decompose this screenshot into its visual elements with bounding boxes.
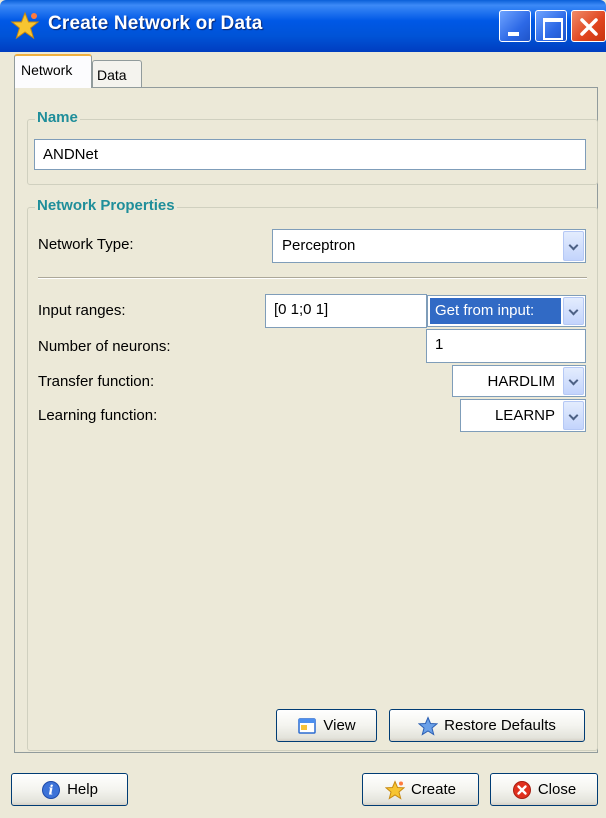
transfer-function-label: Transfer function: xyxy=(38,373,155,390)
input-ranges-label: Input ranges: xyxy=(38,302,126,319)
input-ranges-input[interactable]: [0 1;0 1] xyxy=(265,294,427,328)
help-button-label: Help xyxy=(67,781,98,798)
title-bar[interactable]: Create Network or Data xyxy=(0,0,606,52)
input-source-value: Get from input: xyxy=(430,298,561,324)
properties-group-legend: Network Properties xyxy=(35,197,177,214)
name-group-legend: Name xyxy=(35,109,80,126)
close-button-label: Close xyxy=(537,781,577,798)
chevron-down-icon[interactable] xyxy=(563,297,584,325)
close-icon xyxy=(580,18,598,36)
separator xyxy=(38,277,587,279)
network-type-label: Network Type: xyxy=(38,236,134,253)
chevron-down-icon[interactable] xyxy=(563,401,584,430)
neurons-input[interactable]: 1 xyxy=(426,329,586,363)
view-button[interactable]: View xyxy=(276,709,377,742)
network-properties-group: Network Properties xyxy=(27,197,598,751)
close-button[interactable]: Close xyxy=(490,773,598,806)
chevron-down-icon[interactable] xyxy=(563,231,584,261)
restore-defaults-button[interactable]: Restore Defaults xyxy=(389,709,585,742)
star-sparkle-icon xyxy=(10,11,40,40)
window-icon xyxy=(298,717,317,734)
network-type-value: Perceptron xyxy=(282,237,356,254)
restore-defaults-label: Restore Defaults xyxy=(444,717,556,734)
network-name-input[interactable]: ANDNet xyxy=(34,139,586,170)
svg-text:i: i xyxy=(49,783,54,798)
transfer-function-select[interactable]: HARDLIM xyxy=(452,365,586,397)
learning-function-value: LEARNP xyxy=(494,407,555,424)
window-title: Create Network or Data xyxy=(48,13,263,34)
create-button-label: Create xyxy=(410,781,457,798)
help-button[interactable]: i Help xyxy=(11,773,128,806)
view-button-label: View xyxy=(323,717,356,734)
chevron-down-icon[interactable] xyxy=(563,367,584,395)
help-icon: i xyxy=(42,780,61,799)
tab-data[interactable]: Data xyxy=(92,60,142,88)
star-sparkle-icon xyxy=(384,779,405,800)
neurons-label: Number of neurons: xyxy=(38,338,171,355)
minimize-button[interactable] xyxy=(499,10,531,42)
maximize-button[interactable] xyxy=(535,10,567,42)
close-window-button[interactable] xyxy=(571,10,606,42)
learning-function-label: Learning function: xyxy=(38,407,158,424)
tab-network[interactable]: Network xyxy=(14,54,92,88)
learning-function-select[interactable]: LEARNP xyxy=(460,399,586,432)
network-type-select[interactable]: Perceptron xyxy=(272,229,586,263)
create-button[interactable]: Create xyxy=(362,773,479,806)
close-circle-icon xyxy=(512,780,531,799)
transfer-function-value: HARDLIM xyxy=(487,373,555,390)
input-source-select[interactable]: Get from input: xyxy=(427,295,586,327)
star-icon xyxy=(418,715,439,736)
